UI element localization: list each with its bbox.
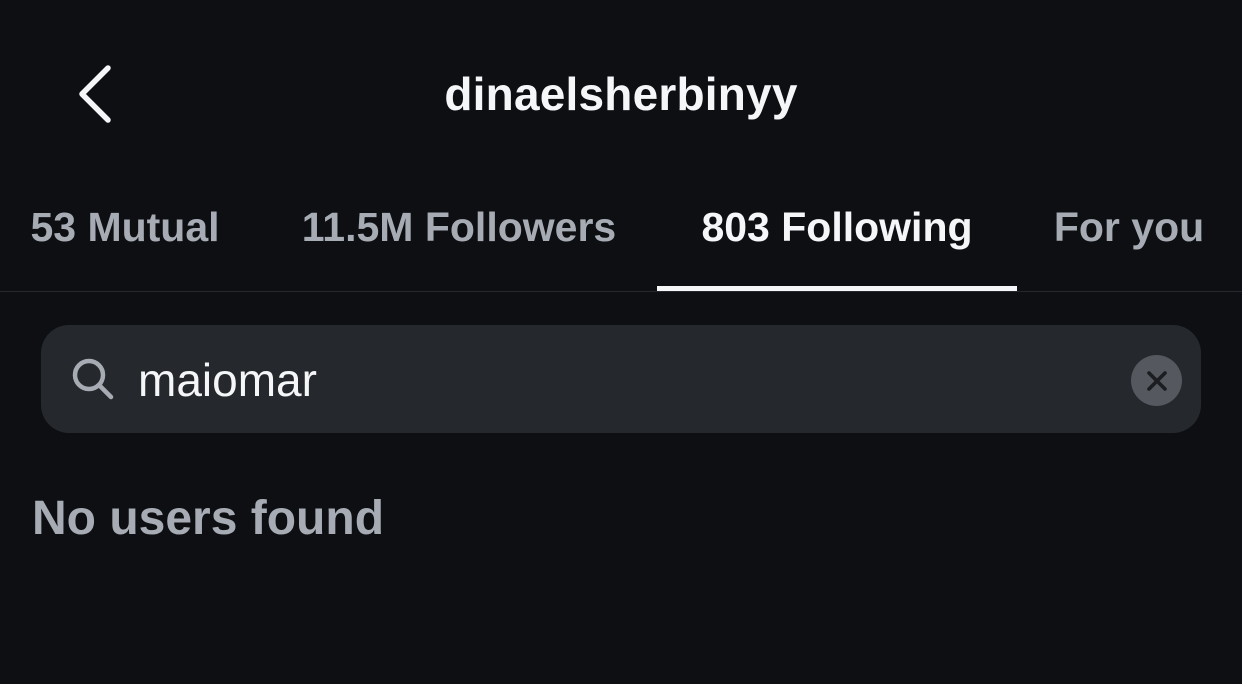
tab-label: 53 Mutual: [30, 204, 220, 250]
tab-following[interactable]: 803 Following: [657, 190, 1017, 291]
clear-search-button[interactable]: [1131, 355, 1182, 406]
tab-bar: 53 Mutual 11.5M Followers 803 Following …: [0, 190, 1242, 291]
tabs-divider: [0, 291, 1242, 292]
header: dinaelsherbinyy: [0, 0, 1242, 190]
tab-mutual[interactable]: 53 Mutual: [0, 190, 250, 291]
search-input[interactable]: [138, 350, 1098, 410]
search-icon: [72, 358, 114, 400]
tab-label: For you: [1053, 204, 1205, 250]
tab-label: 803 Following: [701, 204, 973, 250]
tab-label: 11.5M Followers: [301, 204, 617, 250]
tab-for-you[interactable]: For you: [1035, 190, 1223, 291]
empty-results-message: No users found: [32, 492, 385, 545]
page-title: dinaelsherbinyy: [444, 68, 798, 120]
close-icon: [1146, 370, 1167, 391]
tab-followers[interactable]: 11.5M Followers: [275, 190, 643, 291]
